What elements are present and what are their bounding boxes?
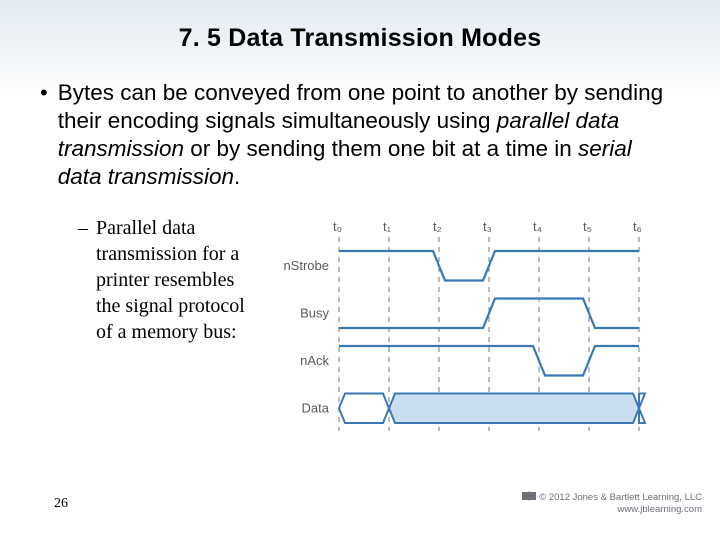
slide: 7. 5 Data Transmission Modes • Bytes can…	[0, 0, 720, 540]
svg-text:t₁: t₁	[383, 219, 392, 234]
bullet-text: Bytes can be conveyed from one point to …	[58, 79, 680, 191]
slide-title: 7. 5 Data Transmission Modes	[0, 0, 720, 53]
copyright-line-2: www.jblearning.com	[618, 504, 702, 515]
copyright: © 2012 Jones & Bartlett Learning, LLC ww…	[521, 490, 702, 516]
book-icon	[521, 490, 537, 502]
sub-bullet-text: Parallel data transmission for a printer…	[96, 215, 261, 442]
svg-text:nAck: nAck	[300, 353, 329, 368]
lower-row: – Parallel data transmission for a print…	[78, 215, 680, 442]
svg-text:t₀: t₀	[333, 219, 342, 234]
bullet-seg-3: .	[234, 164, 240, 189]
sub-bullet-marker: –	[78, 215, 96, 442]
slide-body: • Bytes can be conveyed from one point t…	[0, 53, 720, 442]
svg-text:t₄: t₄	[533, 219, 542, 234]
svg-text:t₆: t₆	[633, 219, 642, 234]
svg-text:t₅: t₅	[583, 219, 592, 234]
svg-text:t₂: t₂	[433, 219, 442, 234]
timing-diagram: t₀ t₁ t₂ t₃ t₄ t₅ t₆ nStrobe Busy nAck Data	[277, 217, 647, 442]
bullet-marker: •	[40, 79, 58, 191]
copyright-line-1: © 2012 Jones & Bartlett Learning, LLC	[539, 492, 702, 503]
svg-text:Busy: Busy	[300, 305, 329, 320]
svg-text:nStrobe: nStrobe	[283, 258, 329, 273]
page-number: 26	[54, 496, 68, 512]
svg-text:t₃: t₃	[483, 219, 492, 234]
bullet-seg-2: or by sending them one bit at a time in	[184, 136, 578, 161]
main-bullet: • Bytes can be conveyed from one point t…	[40, 79, 680, 191]
timing-diagram-svg: t₀ t₁ t₂ t₃ t₄ t₅ t₆ nStrobe Busy nAck Data	[277, 217, 647, 437]
svg-text:Data: Data	[302, 400, 330, 415]
